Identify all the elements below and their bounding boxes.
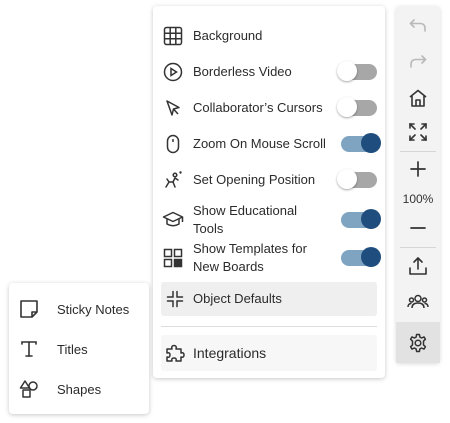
toggle-knob [337, 169, 357, 189]
export-button[interactable] [396, 250, 440, 282]
shapes-label: Shapes [57, 381, 102, 397]
object-defaults-label: Object Defaults [193, 291, 282, 306]
settings-panel: Background Borderless Video Collaborator… [153, 6, 385, 378]
home-icon [408, 88, 428, 108]
right-toolbar: 100% [396, 6, 440, 363]
insert-panel: Sticky Notes Titles Shapes [9, 283, 149, 414]
collaborator-cursors-label: Collaborator’s Cursors [193, 100, 323, 115]
borderless-video-setting: Borderless Video [161, 60, 377, 84]
zoom-out-button[interactable] [396, 212, 440, 244]
settings-button[interactable] [396, 322, 440, 363]
object-defaults-button[interactable]: Object Defaults [161, 282, 377, 316]
titles-item[interactable]: Titles [17, 336, 145, 362]
text-icon [17, 337, 41, 361]
position-icon [161, 168, 185, 192]
integrations-button[interactable]: Integrations [161, 335, 377, 371]
educational-tools-toggle[interactable] [341, 209, 381, 229]
fit-screen-icon [408, 122, 428, 142]
home-button[interactable] [396, 82, 440, 114]
export-icon [408, 256, 428, 276]
zoom-mouse-scroll-toggle[interactable] [341, 133, 381, 153]
opening-position-setting: Set Opening Position [161, 168, 377, 192]
toggle-knob [361, 247, 381, 267]
divider [161, 326, 377, 327]
templates-toggle[interactable] [341, 247, 381, 267]
undo-button[interactable] [396, 10, 440, 42]
collaborator-cursors-toggle[interactable] [337, 97, 377, 117]
collaborator-cursors-setting: Collaborator’s Cursors [161, 96, 377, 120]
collapse-arrows-icon [163, 287, 187, 311]
integrations-label: Integrations [193, 345, 267, 361]
mouse-icon [161, 132, 185, 156]
shapes-icon [17, 377, 41, 401]
fit-screen-button[interactable] [396, 116, 440, 148]
borderless-video-label: Borderless Video [193, 64, 292, 79]
settings-gear-icon [408, 333, 428, 353]
zoom-mouse-scroll-setting: Zoom On Mouse Scroll [161, 132, 381, 156]
redo-icon [408, 52, 428, 72]
educational-tools-label: Show Educational Tools [193, 203, 298, 236]
cursor-icon [161, 96, 185, 120]
collaborators-icon [407, 292, 429, 312]
toggle-knob [361, 133, 381, 153]
templates-setting: Show Templates for New Boards [161, 240, 381, 276]
toggle-knob [337, 61, 357, 81]
zoom-mouse-scroll-label: Zoom On Mouse Scroll [193, 136, 326, 151]
redo-button[interactable] [396, 46, 440, 78]
shapes-item[interactable]: Shapes [17, 376, 145, 402]
templates-icon [161, 246, 185, 270]
toolbar-separator [400, 247, 436, 248]
play-circle-icon [161, 60, 185, 84]
toggle-knob [361, 209, 381, 229]
sticky-note-icon [17, 297, 41, 321]
sticky-notes-label: Sticky Notes [57, 301, 130, 317]
toggle-knob [337, 97, 357, 117]
collaborators-button[interactable] [396, 286, 440, 318]
zoom-in-button[interactable] [396, 153, 440, 185]
toolbar-separator [400, 151, 436, 152]
grid-icon [161, 24, 185, 48]
opening-position-label: Set Opening Position [193, 172, 316, 187]
undo-icon [408, 16, 428, 36]
puzzle-icon [163, 341, 187, 365]
titles-label: Titles [57, 341, 88, 357]
background-setting[interactable]: Background [161, 24, 377, 48]
borderless-video-toggle[interactable] [337, 61, 377, 81]
background-label: Background [193, 28, 263, 43]
educational-tools-setting: Show Educational Tools [161, 202, 381, 238]
sticky-notes-item[interactable]: Sticky Notes [17, 296, 145, 322]
zoom-out-icon [409, 219, 427, 237]
zoom-in-icon [409, 160, 427, 178]
opening-position-toggle[interactable] [337, 169, 377, 189]
zoom-level: 100% [402, 192, 434, 206]
templates-label: Show Templates for New Boards [193, 241, 307, 274]
graduation-cap-icon [161, 208, 185, 232]
